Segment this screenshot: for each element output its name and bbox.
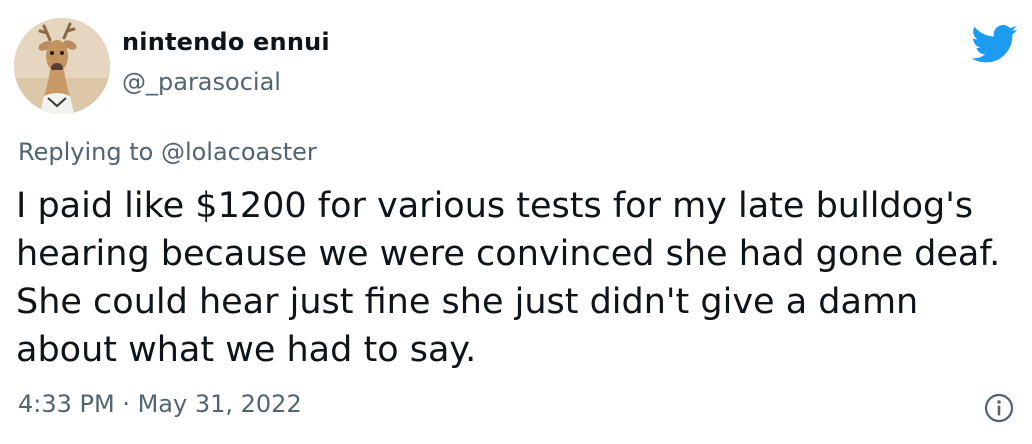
avatar[interactable] <box>14 18 110 114</box>
author-handle[interactable]: @_parasocial <box>122 68 281 96</box>
tweet-time: 4:33 PM <box>18 390 115 418</box>
twitter-bird-icon[interactable] <box>971 24 1018 64</box>
tweet-text: I paid like $1200 for various tests for … <box>16 186 1001 370</box>
replying-to-link[interactable]: @lolacoaster <box>161 138 317 166</box>
info-icon[interactable] <box>984 393 1014 423</box>
tweet-timestamp[interactable]: 4:33 PM · May 31, 2022 <box>18 390 302 418</box>
timestamp-separator: · <box>114 390 138 418</box>
replying-to-prefix: Replying to <box>18 138 161 166</box>
deer-avatar-icon <box>14 18 110 114</box>
tweet-date: May 31, 2022 <box>137 390 302 418</box>
replying-to-line: Replying to @lolacoaster <box>18 138 317 166</box>
author-display-name[interactable]: nintendo ennui <box>122 28 330 56</box>
